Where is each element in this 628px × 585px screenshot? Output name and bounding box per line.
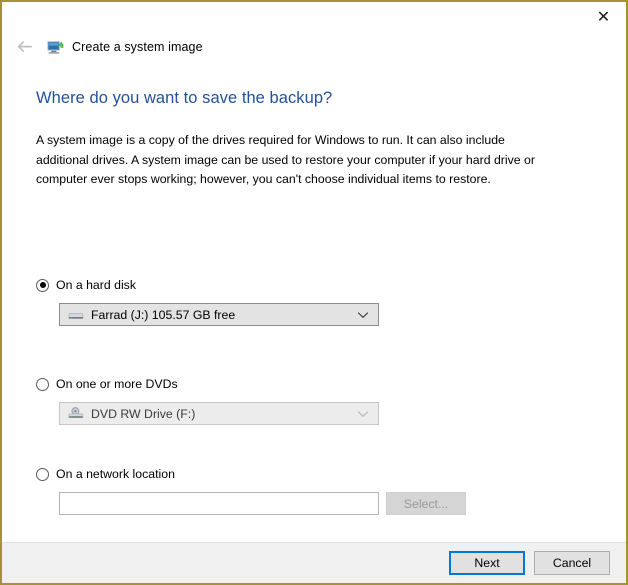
option-group-hard-disk: On a hard disk Farrad (J:) 105.57 GB fre… bbox=[36, 276, 379, 326]
network-location-row: Select... bbox=[59, 492, 466, 515]
dialog-content: Where do you want to save the backup? A … bbox=[2, 62, 626, 543]
cancel-button[interactable]: Cancel bbox=[534, 551, 610, 575]
wizard-header: Create a system image bbox=[2, 32, 626, 62]
dvd-drive-icon bbox=[68, 407, 84, 421]
radio-on-a-network-location[interactable]: On a network location bbox=[36, 465, 466, 483]
chevron-down-icon[interactable] bbox=[357, 306, 369, 324]
radio-label-network: On a network location bbox=[56, 467, 175, 481]
radio-indicator-network[interactable] bbox=[36, 468, 49, 481]
hard-disk-combobox-value: Farrad (J:) 105.57 GB free bbox=[91, 308, 235, 322]
dialog-footer: Next Cancel bbox=[2, 542, 626, 583]
radio-indicator-dvd[interactable] bbox=[36, 378, 49, 391]
option-group-network: On a network location Select... bbox=[36, 465, 466, 515]
dvd-combobox: DVD RW Drive (F:) bbox=[59, 402, 379, 425]
close-button[interactable]: ✕ bbox=[581, 2, 626, 31]
chevron-down-icon bbox=[357, 405, 369, 423]
system-image-monitor-icon bbox=[46, 38, 64, 56]
radio-on-one-or-more-dvds[interactable]: On one or more DVDs bbox=[36, 375, 379, 393]
radio-label-hard-disk: On a hard disk bbox=[56, 278, 136, 292]
dvd-combobox-value: DVD RW Drive (F:) bbox=[91, 407, 195, 421]
select-button[interactable]: Select... bbox=[386, 492, 466, 515]
option-group-dvd: On one or more DVDs DVD RW Drive (F:) bbox=[36, 375, 379, 425]
radio-indicator-hard-disk[interactable] bbox=[36, 279, 49, 292]
network-location-input[interactable] bbox=[59, 492, 379, 515]
description-text: A system image is a copy of the drives r… bbox=[36, 108, 554, 190]
back-button[interactable] bbox=[12, 34, 38, 60]
app-title: Create a system image bbox=[72, 40, 203, 54]
radio-label-dvd: On one or more DVDs bbox=[56, 377, 178, 391]
back-arrow-icon bbox=[15, 39, 35, 55]
hard-drive-icon bbox=[68, 308, 84, 322]
next-button[interactable]: Next bbox=[449, 551, 525, 575]
radio-on-a-hard-disk[interactable]: On a hard disk bbox=[36, 276, 379, 294]
page-title: Where do you want to save the backup? bbox=[36, 62, 592, 108]
close-icon: ✕ bbox=[597, 9, 610, 25]
hard-disk-combobox[interactable]: Farrad (J:) 105.57 GB free bbox=[59, 303, 379, 326]
title-bar: ✕ bbox=[2, 2, 626, 32]
create-system-image-dialog: ✕ bbox=[0, 0, 628, 585]
